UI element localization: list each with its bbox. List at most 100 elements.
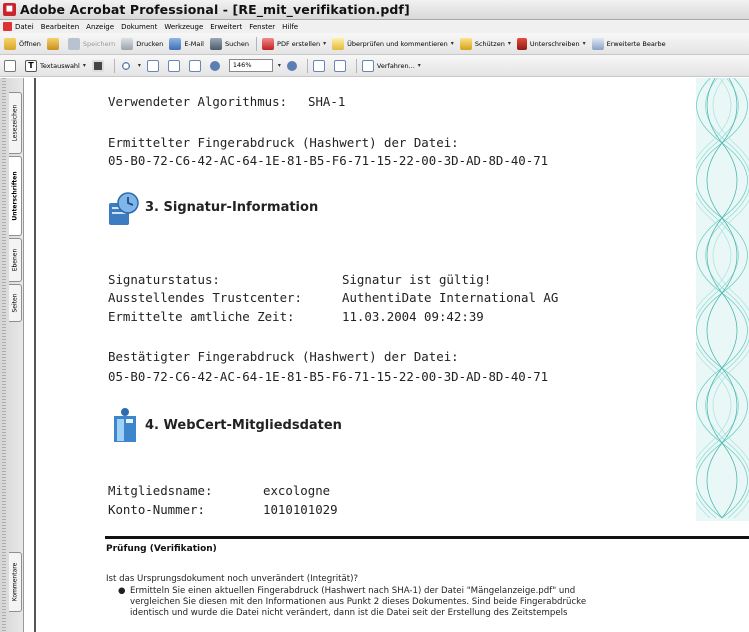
guilloche-pattern-graphic: [696, 78, 749, 519]
official-time-value: 11.03.2004 09:42:39: [342, 309, 484, 324]
menu-hilfe[interactable]: Hilfe: [282, 23, 298, 31]
zoom-in-icon: [286, 60, 297, 71]
zoom-tool-button[interactable]: ▾: [119, 59, 141, 72]
create-pdf-icon: [262, 37, 275, 50]
chevron-down-icon: ▾: [417, 62, 421, 69]
fit-page-button[interactable]: [167, 59, 183, 72]
bullet-line-3: identisch und wurde die Datei nicht verä…: [130, 608, 568, 618]
guilloche-security-pattern: [696, 78, 749, 521]
protect-label: Schützen: [474, 39, 505, 48]
floppy-disk-icon: [67, 37, 80, 50]
tab-ebenen-label: Ebenen: [11, 248, 19, 272]
rotate-left-icon: [312, 59, 325, 72]
save-label: Speichern: [82, 39, 116, 48]
email-icon: [169, 37, 182, 50]
zoom-dropdown[interactable]: ▾: [275, 62, 281, 69]
document-menu-icon[interactable]: [3, 22, 12, 31]
zoom-in-button[interactable]: [286, 60, 300, 71]
toolbar-separator: [355, 58, 357, 73]
advanced-editing-label: Erweiterte Bearbe: [606, 39, 666, 48]
hand-tool-button[interactable]: [4, 59, 19, 72]
snapshot-button[interactable]: [91, 59, 107, 72]
trustcenter-label: Ausstellendes Trustcenter:: [108, 290, 302, 305]
menu-dokument[interactable]: Dokument: [121, 23, 157, 31]
chevron-down-icon: ▾: [323, 40, 327, 47]
trustcenter-value: AuthentiDate International AG: [342, 290, 559, 305]
menu-erweitert[interactable]: Erweitert: [210, 23, 242, 31]
sign-button[interactable]: Unterschreiben ▾: [516, 37, 586, 50]
acrobat-app-icon: ◼: [3, 3, 16, 16]
hand-icon: [4, 59, 16, 72]
chevron-down-icon: ▾: [137, 62, 141, 69]
text-cursor-icon: T: [25, 59, 37, 72]
text-select-button[interactable]: T Textauswahl ▾: [25, 59, 86, 72]
folder-arrow-icon: [46, 37, 59, 50]
section-divider: [105, 536, 749, 539]
advanced-editing-button[interactable]: Erweiterte Bearbe: [591, 37, 666, 50]
navigation-pane: Lesezeichen Unterschriften Ebenen Seiten…: [0, 78, 24, 632]
printer-icon: [121, 37, 134, 50]
menu-anzeige[interactable]: Anzeige: [86, 23, 114, 31]
page-icon: [146, 59, 159, 72]
zoom-input[interactable]: 146%: [228, 59, 273, 72]
email-button[interactable]: E-Mail: [169, 37, 204, 50]
open-label: Öffnen: [19, 39, 41, 48]
webcert-member-icon: [114, 408, 136, 446]
account-number-value: 1010101029: [263, 502, 338, 517]
algorithm-value: SHA-1: [308, 94, 346, 109]
print-button[interactable]: Drucken: [121, 37, 164, 50]
toolbar-separator: [306, 58, 308, 73]
create-pdf-button[interactable]: PDF erstellen ▾: [262, 37, 327, 50]
menu-bar: Datei Bearbeiten Anzeige Dokument Werkze…: [0, 20, 749, 33]
tab-kommentare[interactable]: Kommentare: [9, 552, 22, 612]
fingerprint-file-value: 05-B0-72-C6-42-AC-64-1E-81-B5-F6-71-15-2…: [108, 153, 549, 168]
tab-ebenen[interactable]: Ebenen: [9, 238, 22, 282]
title-bar: ◼ Adobe Acrobat Professional - [RE_mit_v…: [0, 0, 749, 20]
print-label: Drucken: [136, 39, 164, 48]
rotate-right-icon: [333, 59, 346, 72]
tab-unterschriften[interactable]: Unterschriften: [9, 156, 22, 236]
menu-datei[interactable]: Datei: [15, 23, 34, 31]
rotate-right-button[interactable]: [333, 59, 349, 72]
tab-seiten[interactable]: Seiten: [9, 284, 22, 322]
protect-button[interactable]: Schützen ▾: [459, 37, 511, 50]
bullet-line-2: vergleichen Sie diesen mit den Informati…: [130, 597, 587, 607]
menu-bearbeiten[interactable]: Bearbeiten: [41, 23, 79, 31]
document-page: Verwendeter Algorithmus: SHA-1 Ermittelt…: [36, 78, 749, 632]
fit-width-button[interactable]: [188, 59, 204, 72]
actual-size-button[interactable]: [146, 59, 162, 72]
lock-icon: [459, 37, 472, 50]
review-label: Überprüfen und kommentieren: [347, 39, 448, 48]
binoculars-icon: [209, 37, 222, 50]
menu-fenster[interactable]: Fenster: [249, 23, 275, 31]
signature-info-icon: [106, 191, 141, 231]
toolbar-separator: [256, 36, 258, 51]
open-button[interactable]: Öffnen: [4, 37, 41, 50]
integrity-question: Ist das Ursprungsdokument noch unverände…: [106, 574, 359, 584]
search-label: Suchen: [224, 39, 250, 48]
view-toolbar: T Textauswahl ▾ ▾ 146% ▾ Verfahren... ▾: [0, 55, 749, 77]
review-comment-button[interactable]: Überprüfen und kommentieren ▾: [332, 37, 454, 50]
pane-grip[interactable]: [2, 78, 6, 632]
save-button[interactable]: Speichern: [67, 37, 116, 50]
camera-icon: [91, 59, 104, 72]
zoom-out-button[interactable]: [209, 60, 223, 71]
tab-unterschriften-label: Unterschriften: [11, 171, 19, 221]
search-button[interactable]: Suchen: [209, 37, 250, 50]
tab-kommentare-label: Kommentare: [11, 562, 19, 602]
rotate-left-button[interactable]: [312, 59, 328, 72]
sign-label: Unterschreiben: [529, 39, 580, 48]
tab-lesezeichen-label: Lesezeichen: [11, 104, 19, 142]
tab-seiten-label: Seiten: [11, 293, 19, 313]
official-time-label: Ermittelte amtliche Zeit:: [108, 309, 295, 324]
zoom-out-icon: [209, 60, 220, 71]
menu-werkzeuge[interactable]: Werkzeuge: [164, 23, 203, 31]
procedures-button[interactable]: Verfahren... ▾: [361, 59, 421, 72]
verification-heading: Prüfung (Verifikation): [106, 544, 217, 554]
tab-lesezeichen[interactable]: Lesezeichen: [9, 92, 22, 154]
file-toolbar: Öffnen Speichern Drucken E-Mail Suchen P…: [0, 33, 749, 55]
account-number-label: Konto-Nummer:: [108, 502, 205, 517]
magnifier-icon: [119, 59, 132, 72]
open-recent-button[interactable]: [46, 37, 62, 50]
procedures-icon: [361, 59, 374, 72]
